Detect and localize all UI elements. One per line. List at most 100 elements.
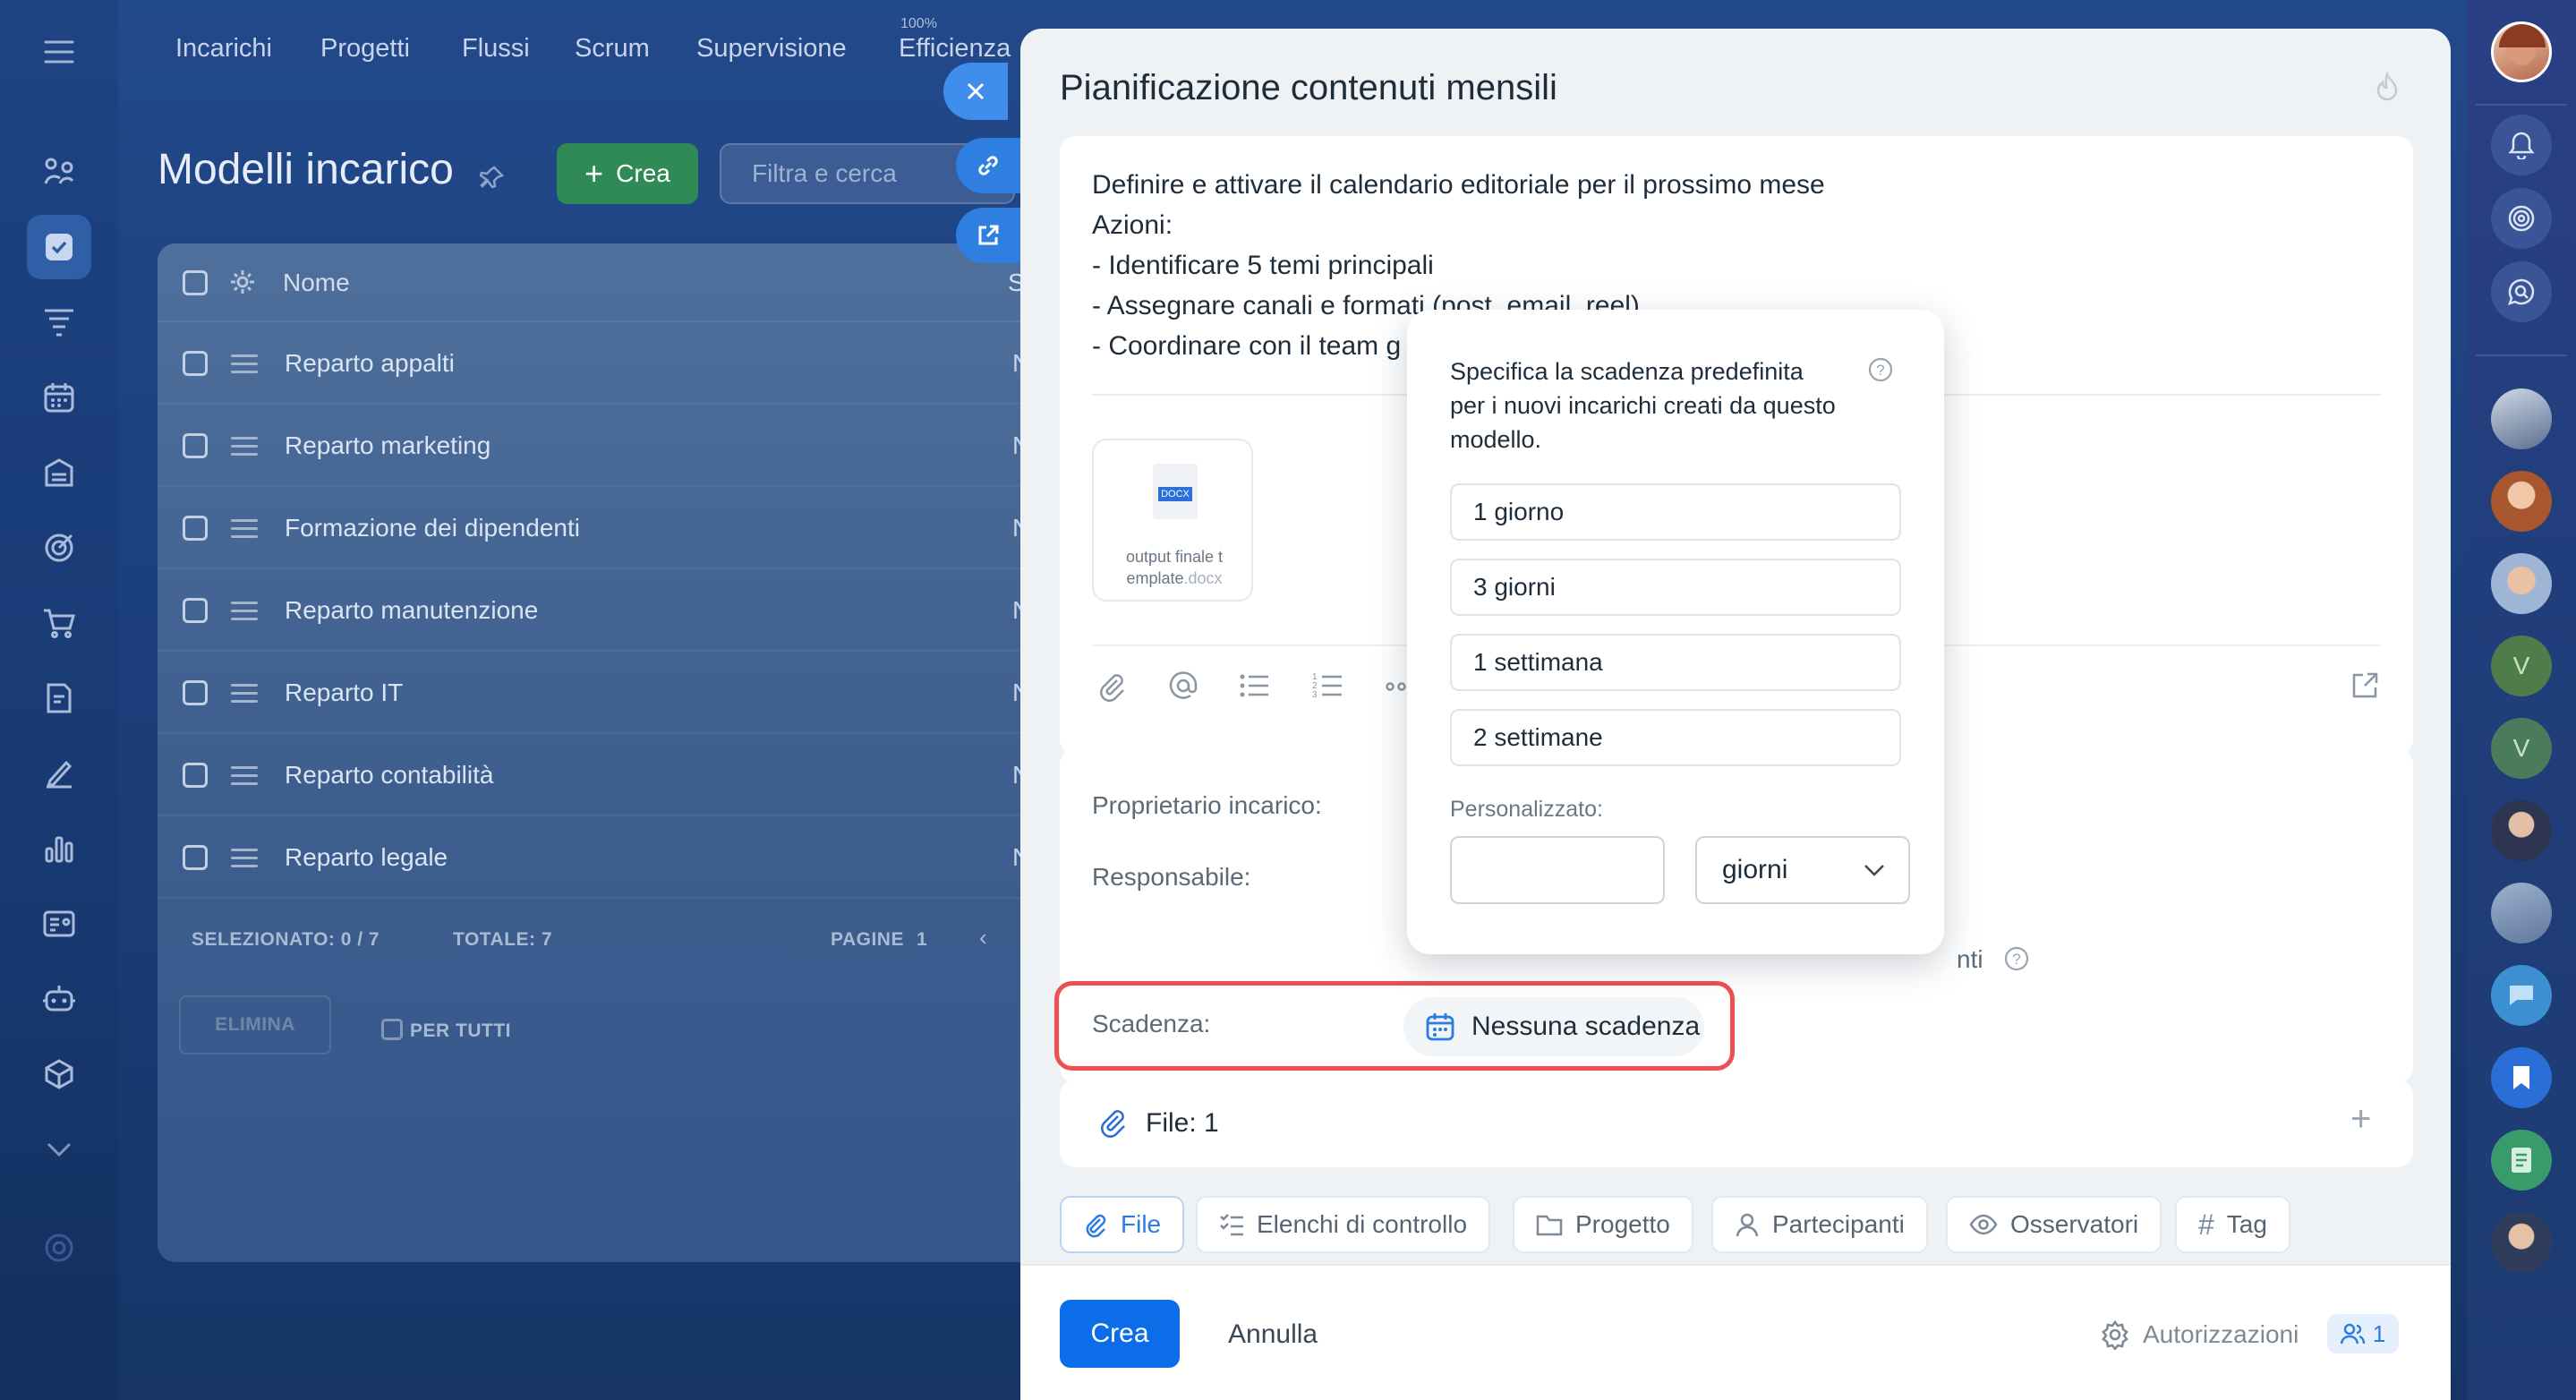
row-name[interactable]: Formazione dei dipendenti — [285, 514, 580, 542]
bullet-list-icon[interactable] — [1239, 671, 1269, 700]
cart-icon[interactable] — [27, 591, 91, 655]
row-checkbox[interactable] — [183, 680, 208, 705]
topnav-item-supervision[interactable]: Supervisione — [696, 34, 847, 64]
table-row[interactable]: Formazione dei dipendenti N — [158, 487, 1053, 569]
settings-icon[interactable] — [27, 1216, 91, 1280]
calendar-icon[interactable] — [27, 365, 91, 430]
activity-button[interactable] — [2491, 188, 2552, 249]
table-row[interactable]: Reparto marketing N — [158, 405, 1053, 487]
drag-handle-icon[interactable] — [231, 684, 258, 708]
row-checkbox[interactable] — [183, 516, 208, 541]
files-card[interactable]: File: 1 + — [1060, 1080, 2413, 1167]
attachment-tile[interactable]: DOCX output finale t emplate.docx — [1092, 439, 1253, 602]
user-avatar[interactable] — [2491, 1212, 2552, 1273]
row-name[interactable]: Reparto appalti — [285, 349, 455, 378]
drag-handle-icon[interactable] — [231, 602, 258, 626]
bookmark-chat-avatar[interactable] — [2491, 1047, 2552, 1108]
user-avatar-letter[interactable]: V — [2491, 718, 2552, 779]
row-checkbox[interactable] — [183, 763, 208, 788]
checklists-pill-button[interactable]: Elenchi di controllo — [1196, 1196, 1491, 1253]
drag-handle-icon[interactable] — [231, 849, 258, 873]
table-row[interactable]: Reparto IT N — [158, 652, 1053, 734]
deadline-option[interactable]: 2 settimane — [1450, 709, 1901, 766]
user-avatar[interactable] — [2491, 800, 2552, 861]
select-all-checkbox[interactable] — [183, 270, 208, 295]
target-icon[interactable] — [27, 516, 91, 580]
topnav-item-projects[interactable]: Progetti — [320, 34, 410, 64]
column-header-name[interactable]: Nome — [283, 269, 350, 297]
deadline-option[interactable]: 1 settimana — [1450, 634, 1901, 691]
participants-pill-button[interactable]: Partecipanti — [1711, 1196, 1928, 1253]
topnav-item-efficiency[interactable]: Efficienza — [899, 34, 1011, 64]
analytics-icon[interactable] — [27, 816, 91, 881]
prev-page-icon[interactable]: ‹ — [979, 924, 987, 952]
row-name[interactable]: Reparto contabilità — [285, 761, 493, 790]
flame-icon[interactable] — [2374, 72, 2401, 102]
delete-button[interactable]: ELIMINA — [179, 995, 331, 1054]
notifications-button[interactable] — [2491, 115, 2552, 175]
description-line[interactable]: - Identificare 5 temi principali — [1092, 251, 1434, 281]
user-avatar-letter[interactable]: V — [2491, 636, 2552, 696]
for-all-checkbox[interactable] — [381, 1019, 403, 1040]
drag-handle-icon[interactable] — [231, 766, 258, 790]
table-row[interactable]: Reparto manutenzione N — [158, 569, 1053, 652]
mention-icon[interactable] — [1167, 670, 1199, 702]
document-chat-avatar[interactable] — [2491, 1130, 2552, 1191]
copy-link-button[interactable] — [956, 138, 1020, 193]
drag-handle-icon[interactable] — [231, 354, 258, 379]
robot-icon[interactable] — [27, 967, 91, 1031]
row-checkbox[interactable] — [183, 845, 208, 870]
help-icon[interactable]: ? — [1867, 356, 1894, 383]
tasks-icon[interactable] — [27, 215, 91, 279]
deadline-option[interactable]: 1 giorno — [1450, 483, 1901, 541]
description-line[interactable]: Definire e attivare il calendario editor… — [1092, 170, 1825, 201]
table-row[interactable]: Reparto contabilità N — [158, 734, 1053, 816]
paperclip-icon[interactable] — [1097, 671, 1126, 702]
chat-search-button[interactable] — [2491, 261, 2552, 322]
cube-icon[interactable] — [27, 1042, 91, 1106]
topnav-item-scrum[interactable]: Scrum — [575, 34, 650, 64]
observers-pill-button[interactable]: Osservatori — [1946, 1196, 2162, 1253]
row-name[interactable]: Reparto manutenzione — [285, 596, 538, 625]
contact-card-icon[interactable] — [27, 892, 91, 956]
duration-unit-select[interactable]: giorni — [1695, 836, 1910, 904]
project-pill-button[interactable]: Progetto — [1513, 1196, 1693, 1253]
permissions-button[interactable]: Autorizzazioni — [2100, 1319, 2299, 1350]
grid-settings-icon[interactable] — [229, 269, 256, 295]
files-pill-button[interactable]: File — [1060, 1196, 1185, 1253]
create-button[interactable]: Crea — [1060, 1300, 1180, 1368]
row-name[interactable]: Reparto IT — [285, 679, 403, 707]
deadline-option[interactable]: 3 giorni — [1450, 559, 1901, 616]
filter-funnel-icon[interactable] — [27, 290, 91, 354]
drag-handle-icon[interactable] — [231, 519, 258, 543]
user-avatar[interactable] — [2491, 471, 2552, 532]
group-chat-avatar[interactable] — [2491, 388, 2552, 449]
create-template-button[interactable]: + Crea — [557, 143, 698, 204]
drag-handle-icon[interactable] — [231, 437, 258, 461]
expand-editor-icon[interactable] — [2350, 671, 2379, 700]
table-row[interactable]: Reparto appalti N — [158, 322, 1053, 405]
current-user-avatar[interactable] — [2491, 21, 2552, 82]
row-name[interactable]: Reparto legale — [285, 843, 448, 872]
close-slider-button[interactable] — [943, 63, 1008, 120]
storage-icon[interactable] — [27, 440, 91, 505]
description-line[interactable]: Azioni: — [1092, 210, 1173, 241]
open-new-window-button[interactable] — [956, 208, 1020, 263]
description-line[interactable]: - Coordinare con il team g — [1092, 331, 1401, 362]
tag-pill-button[interactable]: # Tag — [2175, 1196, 2290, 1253]
permissions-count-badge[interactable]: 1 — [2327, 1314, 2399, 1353]
row-name[interactable]: Reparto marketing — [285, 431, 490, 460]
signature-icon[interactable] — [27, 741, 91, 806]
deadline-selector[interactable]: Nessuna scadenza — [1403, 997, 1704, 1056]
cancel-button[interactable]: Annulla — [1228, 1319, 1318, 1350]
document-edit-icon[interactable] — [27, 666, 91, 730]
numbered-list-icon[interactable]: 123 — [1312, 671, 1343, 700]
chevron-down-icon[interactable] — [27, 1117, 91, 1182]
row-checkbox[interactable] — [183, 598, 208, 623]
user-avatar[interactable] — [2491, 883, 2552, 943]
custom-duration-input[interactable] — [1450, 836, 1665, 904]
add-file-icon[interactable]: + — [2350, 1099, 2371, 1140]
help-icon[interactable]: ? — [2003, 945, 2030, 972]
topnav-item-tasks[interactable]: Incarichi — [175, 34, 272, 64]
pin-icon[interactable] — [480, 165, 505, 190]
